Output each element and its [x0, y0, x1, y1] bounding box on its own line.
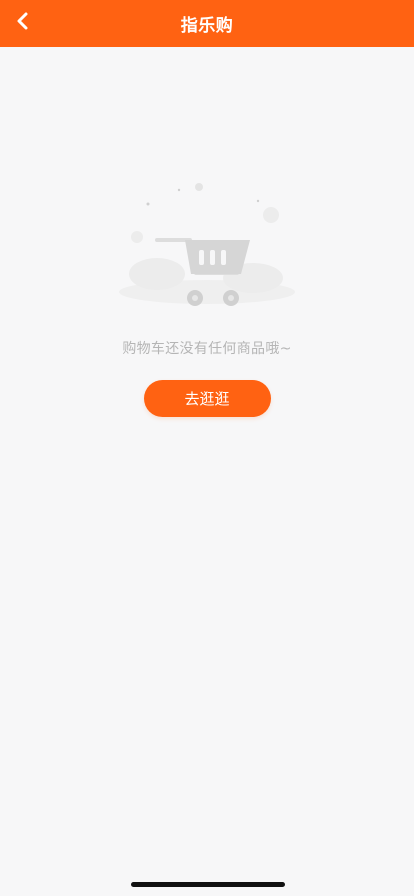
- cart-page: 指乐购 购物车还没有任何商品哦~ 去逛逛: [0, 0, 414, 896]
- page-title: 指乐购: [180, 16, 234, 36]
- shopping-cart-illustration: [107, 170, 307, 320]
- home-indicator: [131, 882, 285, 887]
- back-button[interactable]: [8, 6, 38, 36]
- chevron-left-icon: [17, 12, 28, 30]
- empty-cart-message: 购物车还没有任何商品哦~: [122, 341, 292, 357]
- go-shopping-button[interactable]: 去逛逛: [143, 380, 271, 417]
- empty-cart-state: 购物车还没有任何商品哦~ 去逛逛: [0, 170, 414, 417]
- top-navigation-bar: 指乐购: [0, 0, 414, 47]
- shopping-cart-icon: [119, 183, 295, 306]
